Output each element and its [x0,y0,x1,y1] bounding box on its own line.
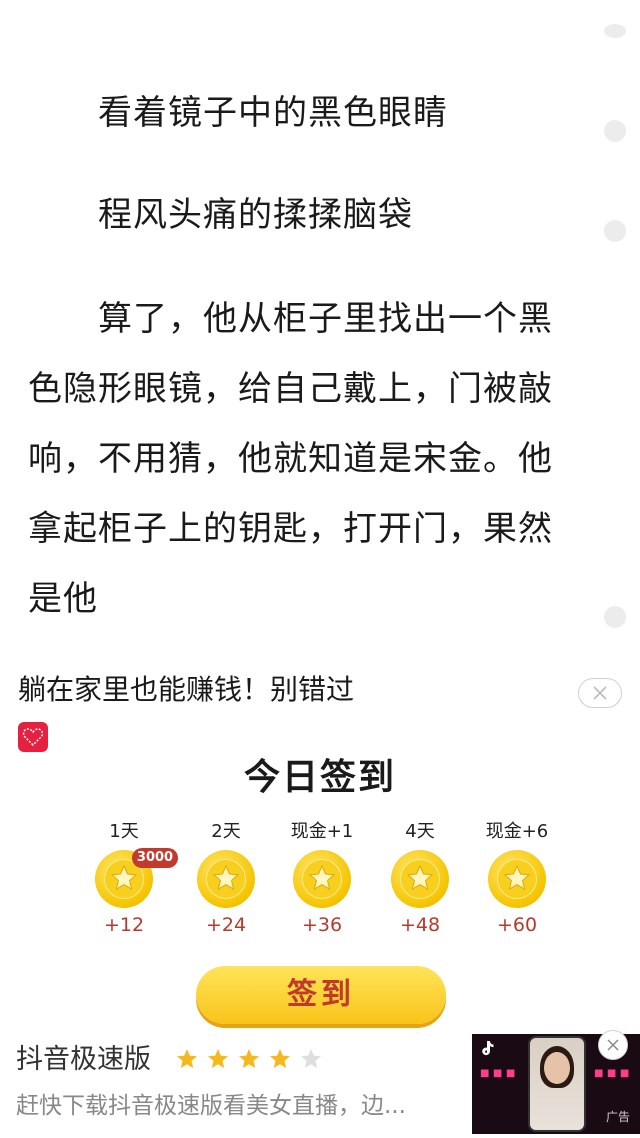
star-icon [212,864,240,891]
ad-image-text: ■ ■ ■ [480,1068,516,1079]
ad-close-button[interactable] [578,678,622,708]
story-paragraph: 看着镜子中的黑色眼睛 [98,93,448,133]
ad-image-text: ■ ■ ■ [594,1068,630,1079]
star-filled-icon [239,1049,260,1068]
story-paragraph: 程风头痛的揉揉脑袋 [98,195,413,235]
star-icon [406,864,434,891]
day-reward: +12 [103,914,145,936]
coin-icon [293,850,351,908]
day-reward: +36 [301,914,343,936]
scroll-indicator [604,24,626,38]
coin-icon [488,850,546,908]
scroll-indicator [604,120,626,142]
signin-day: 现金+6 +60 [469,818,565,940]
star-filled-icon [208,1049,229,1068]
star-icon [110,864,138,891]
day-reward: +48 [399,914,441,936]
coin-icon [391,850,449,908]
close-icon [607,1039,619,1051]
day-reward: +24 [205,914,247,936]
heart-icon [22,728,44,747]
bonus-badge: 3000 [132,848,178,868]
phone-mockup [528,1036,586,1132]
app-ad-close-button[interactable] [598,1030,628,1060]
scroll-indicator [604,220,626,242]
signin-button[interactable]: 签到 [196,966,446,1024]
app-ad-name: 抖音极速版 [16,1044,151,1075]
star-icon [503,864,531,891]
day-reward: +60 [496,914,538,936]
signin-days: 1天 +12 2天 +24 现金+1 +36 4天 +48 现金+6 +60 [76,818,576,938]
signin-day: 2天 +24 [178,818,274,940]
signin-day: 4天 +48 [372,818,468,940]
star-filled-icon [270,1049,291,1068]
ad-label: 广告 [606,1110,631,1124]
day-label: 1天 [109,821,139,842]
coin-icon [197,850,255,908]
signin-day: 1天 +12 [76,818,172,940]
star-icon [308,864,336,891]
day-label: 4天 [405,821,435,842]
star-empty-icon [301,1049,322,1068]
day-label: 现金+6 [485,821,549,842]
app-rating [176,1048,326,1074]
scroll-indicator [604,606,626,628]
story-paragraph: 算了，他从柜子里找出一个黑色隐形眼镜，给自己戴上，门被敲响，不用猜，他就知道是宋… [28,299,553,619]
day-label: 现金+1 [290,821,354,842]
app-ad-description: 赶快下载抖音极速版看美女直播，边... [16,1093,406,1119]
star-filled-icon [177,1049,197,1068]
tiktok-logo-icon [482,1041,494,1056]
signin-day: 现金+1 +36 [274,818,370,940]
close-icon [593,686,607,700]
signin-title: 今日签到 [243,757,396,798]
ad-headline: 躺在家里也能赚钱！别错过 [18,673,355,706]
day-label: 2天 [211,821,241,842]
story-content: 看着镜子中的黑色眼睛 程风头痛的揉揉脑袋 算了，他从柜子里找出一个黑色隐形眼镜，… [0,0,640,650]
